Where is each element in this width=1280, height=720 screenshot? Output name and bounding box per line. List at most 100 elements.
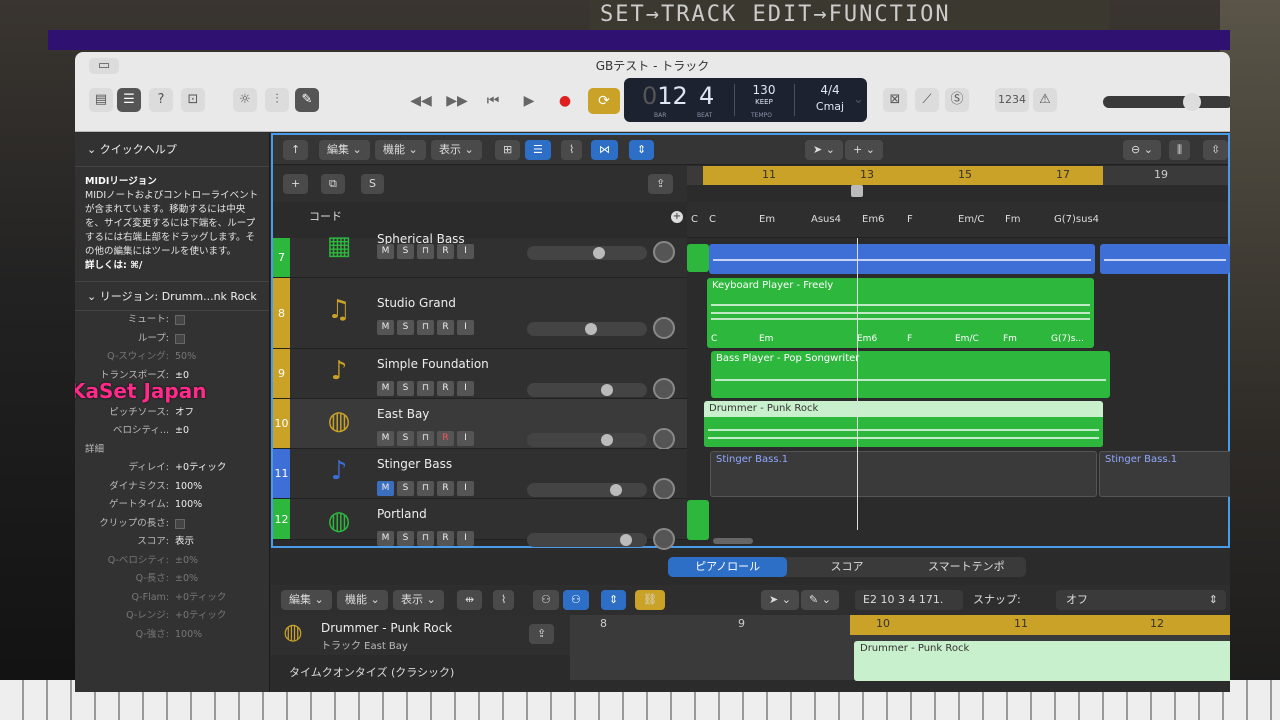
region-property[interactable]: ピッチソース: オフ (75, 404, 269, 423)
input-monitor-button[interactable]: I (457, 431, 474, 446)
chord-label[interactable]: Fm (1005, 214, 1021, 225)
track-header[interactable]: 7 ▦ Spherical Bass M S ⊓ R I (273, 231, 687, 278)
play-icon[interactable]: ▶ (516, 88, 542, 114)
track-header[interactable]: 9 ♪ Simple Foundation M S ⊓ R I (273, 349, 687, 400)
chord-label[interactable]: F (907, 214, 913, 225)
region-property[interactable]: ゲートタイム: 100% (75, 496, 269, 515)
volume-knob[interactable] (593, 247, 605, 259)
property-checkbox[interactable] (175, 518, 185, 529)
editor-region[interactable]: Drummer - Punk Rock (854, 641, 1230, 681)
lock-icon[interactable]: ⊓ (417, 381, 434, 396)
duplicate-track-icon[interactable]: ⧉ (321, 174, 345, 194)
mute-button[interactable]: M (377, 244, 394, 259)
solo-icon[interactable]: Ⓢ (945, 88, 969, 112)
chord-label[interactable]: G(7)sus4 (1054, 214, 1099, 225)
volume-slider[interactable] (527, 383, 647, 397)
tuner-icon[interactable]: ⟋ (915, 88, 939, 112)
chord-label[interactable]: C (709, 214, 716, 225)
functions-menu[interactable]: 機能 ⌄ (375, 140, 426, 160)
waveform-zoom-icon[interactable]: ⊖ ⌄ (1123, 140, 1161, 160)
volume-knob[interactable] (601, 434, 613, 446)
horizontal-scrollbar[interactable] (713, 538, 753, 544)
smart-controls-icon[interactable]: ☼ (233, 88, 257, 112)
chord-label[interactable]: Em6 (862, 214, 884, 225)
chord-label[interactable]: C (691, 214, 698, 225)
master-volume-slider[interactable] (1103, 93, 1230, 111)
pan-knob[interactable] (653, 478, 675, 500)
region-property[interactable]: ループ: (75, 330, 269, 349)
cycle-range[interactable] (850, 615, 1230, 635)
metronome-icon[interactable]: ⚠ (1033, 88, 1057, 112)
region-property[interactable]: Q-レンジ: +0ティック (75, 607, 269, 626)
rewind-icon[interactable]: ◀◀ (408, 88, 434, 114)
record-enable-button[interactable]: R (437, 244, 454, 259)
chord-label[interactable]: Asus4 (811, 214, 841, 225)
snap-select[interactable]: オフ ⇕ (1056, 590, 1226, 610)
track-name[interactable]: Studio Grand (377, 296, 456, 310)
region-property[interactable]: クリップの長さ: (75, 515, 269, 534)
catch-icon[interactable]: ⇕ (601, 590, 627, 610)
track-header[interactable]: 11 ♪ Stinger Bass M S ⊓ R I (273, 449, 687, 500)
property-checkbox[interactable] (175, 333, 185, 344)
volume-slider[interactable] (527, 533, 647, 547)
solo-button[interactable]: S (397, 381, 414, 396)
editor-functions-menu[interactable]: 機能 ⌄ (337, 590, 388, 610)
forward-icon[interactable]: ▶▶ (444, 88, 470, 114)
catch-icon[interactable]: ⇕ (629, 140, 655, 160)
editor-ruler[interactable]: 8 9 10 11 12 (570, 615, 1230, 635)
midi-out-icon[interactable]: ⚇ (563, 590, 589, 610)
volume-slider[interactable] (527, 246, 647, 260)
mute-button[interactable]: M (377, 431, 394, 446)
volume-slider[interactable] (527, 322, 647, 336)
record-enable-button[interactable]: R (437, 320, 454, 335)
bass-region[interactable]: Bass Player - Pop Songwriter (711, 351, 1110, 398)
record-enable-button[interactable]: R (437, 481, 454, 496)
solo-button[interactable]: S (397, 531, 414, 546)
region-property[interactable]: ミュート: (75, 311, 269, 330)
track-header[interactable]: 8 ♫ Studio Grand M S ⊓ R I (273, 278, 687, 349)
input-monitor-button[interactable]: I (457, 320, 474, 335)
grid-view-icon[interactable]: ⊞ (495, 140, 521, 160)
secondary-tool-icon[interactable]: + ⌄ (845, 140, 883, 160)
track-header[interactable]: 12 ◍ Portland M S ⊓ R I (273, 499, 687, 550)
playhead-handle[interactable] (851, 185, 863, 197)
replace-icon[interactable]: ⊠ (883, 88, 907, 112)
sidebar-icon[interactable]: ▭ (89, 58, 119, 74)
editor-tab[interactable]: スマートテンポ (907, 557, 1026, 577)
library-icon[interactable]: ▤ (89, 88, 113, 112)
catch-up-icon[interactable]: ⇪ (648, 174, 674, 194)
pan-knob[interactable] (653, 428, 675, 450)
add-chord-icon[interactable]: + (671, 211, 683, 223)
view-menu[interactable]: 表示 ⌄ (431, 140, 482, 160)
mute-button[interactable]: M (377, 381, 394, 396)
record-icon[interactable]: ● (552, 88, 578, 114)
editor-tab[interactable]: ピアノロール (668, 557, 788, 577)
region-property[interactable]: Q-Flam: +0ティック (75, 589, 269, 608)
lcd-display[interactable]: 012 4 BAR BEAT 130 KEEP TEMPO 4/4 Cmaj (624, 78, 867, 122)
solo-button[interactable]: S (397, 481, 414, 496)
pointer-tool-icon[interactable]: ➤ ⌄ (805, 140, 843, 160)
region-property[interactable]: ダイナミクス: 100% (75, 478, 269, 497)
input-monitor-button[interactable]: I (457, 481, 474, 496)
pointer-tool-icon[interactable]: ➤ ⌄ (761, 590, 799, 610)
lock-icon[interactable]: ⊓ (417, 244, 434, 259)
track-header[interactable]: 10 ◍ East Bay M S ⊓ R I (273, 399, 687, 450)
editor-edit-menu[interactable]: 編集 ⌄ (281, 590, 332, 610)
add-track-icon[interactable]: + (283, 174, 309, 194)
region-property[interactable]: 詳細 (75, 441, 269, 460)
pan-knob[interactable] (653, 378, 675, 400)
region-property[interactable]: Q-スウィング: 50% (75, 348, 269, 367)
region-property[interactable]: スコア: 表示 (75, 533, 269, 552)
region-property[interactable]: Q-長さ: ±0% (75, 570, 269, 589)
track-name[interactable]: Simple Foundation (377, 357, 489, 371)
inspector-icon[interactable]: ☰ (117, 88, 141, 112)
up-arrow-icon[interactable]: ↑ (283, 140, 309, 160)
drummer-region[interactable]: Drummer - Punk Rock (704, 401, 1103, 447)
volume-knob[interactable] (610, 484, 622, 496)
quick-help-icon[interactable]: ? (149, 88, 173, 112)
region-property[interactable]: ディレイ: +0ティック (75, 459, 269, 478)
chord-label[interactable]: Em (759, 214, 775, 225)
solo-button[interactable]: S (397, 320, 414, 335)
volume-knob[interactable] (620, 534, 632, 546)
loop-browser-icon[interactable]: ⊡ (181, 88, 205, 112)
